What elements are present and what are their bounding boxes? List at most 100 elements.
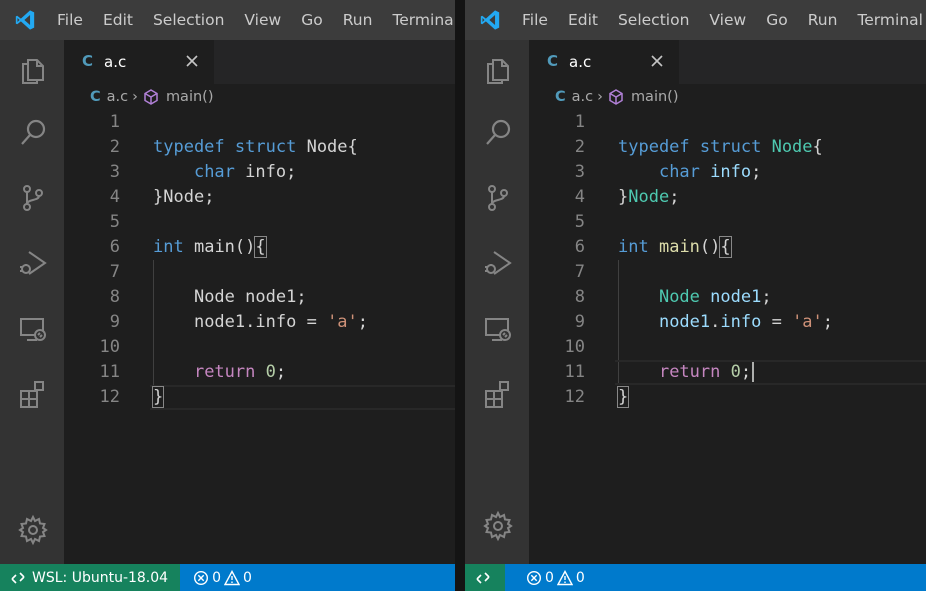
menu-selection[interactable]: Selection — [608, 0, 699, 40]
token: typedef — [153, 137, 225, 157]
menu-go[interactable]: Go — [756, 0, 798, 40]
menu-file[interactable]: File — [47, 0, 93, 40]
vscode-window-right: File Edit Selection View Go Run Terminal… — [465, 0, 926, 591]
token: ; — [751, 162, 762, 182]
code-editor[interactable]: 1 2 typedef struct Node{ 3 char info; 4}N… — [529, 110, 926, 564]
menu-run[interactable]: Run — [798, 0, 848, 40]
menu-selection[interactable]: Selection — [143, 0, 234, 40]
token: info — [255, 312, 297, 332]
error-icon — [526, 570, 542, 585]
token: ; — [740, 362, 752, 382]
menu-file[interactable]: File — [512, 0, 558, 40]
settings-gear-icon[interactable] — [17, 514, 49, 546]
line-number: 2 — [574, 137, 585, 157]
close-icon[interactable] — [182, 51, 202, 71]
line-number: 10 — [99, 337, 120, 357]
warning-icon — [224, 569, 240, 585]
code-line: 4}Node; — [64, 185, 455, 210]
token: } — [151, 386, 165, 408]
line-number: 5 — [574, 212, 585, 232]
line-number: 5 — [109, 212, 120, 232]
token: 'a' — [792, 312, 823, 332]
run-debug-icon[interactable] — [17, 247, 49, 279]
extensions-icon[interactable] — [482, 378, 514, 410]
settings-gear-icon[interactable] — [482, 510, 514, 542]
token: 'a' — [327, 312, 358, 332]
line-number: 7 — [109, 262, 120, 282]
remote-explorer-icon[interactable] — [17, 313, 49, 345]
breadcrumb-file[interactable]: a.c — [572, 89, 593, 105]
search-icon[interactable] — [17, 117, 49, 149]
vscode-window-left: File Edit Selection View Go Run Terminal — [0, 0, 455, 591]
remote-indicator[interactable] — [465, 564, 505, 591]
code-editor[interactable]: 1 2 typedef struct Node{ 3 char info; 4}N… — [64, 110, 455, 564]
token: 0 — [730, 362, 741, 382]
breadcrumb-file[interactable]: a.c — [107, 89, 128, 105]
chevron-right-icon: › — [132, 89, 138, 105]
vscode-logo-icon[interactable] — [14, 9, 36, 31]
menu-terminal[interactable]: Terminal — [847, 0, 926, 40]
menu-view[interactable]: View — [234, 0, 291, 40]
search-icon[interactable] — [482, 117, 514, 149]
titlebar: File Edit Selection View Go Run Terminal — [0, 0, 455, 40]
chevron-right-icon: › — [597, 89, 603, 105]
token: Node — [163, 187, 205, 207]
breadcrumb-symbol[interactable]: main() — [166, 89, 214, 105]
token: node1 — [710, 287, 762, 307]
token: ; — [669, 187, 680, 207]
code-line: 6 int main(){ — [64, 235, 455, 260]
token: ; — [296, 287, 307, 307]
breadcrumb: C a.c › main() — [529, 84, 926, 110]
token: ; — [822, 312, 834, 332]
token: typedef — [618, 137, 690, 157]
menubar: File Edit Selection View Go Run Terminal… — [512, 0, 926, 40]
titlebar: File Edit Selection View Go Run Terminal… — [465, 0, 926, 40]
error-count: 0 — [545, 569, 554, 586]
line-number: 4 — [109, 187, 120, 207]
token: node1 — [658, 312, 711, 332]
remote-label: WSL: Ubuntu-18.04 — [32, 569, 169, 586]
tab-a-c[interactable]: C a.c — [64, 40, 214, 84]
line-number: 6 — [574, 237, 585, 257]
explorer-icon[interactable] — [482, 53, 514, 85]
token: ; — [357, 312, 369, 332]
line-number: 9 — [109, 312, 120, 332]
token: info — [710, 162, 752, 182]
menu-run[interactable]: Run — [333, 0, 383, 40]
problems-indicator[interactable]: 0 0 — [523, 570, 585, 586]
token: struct — [699, 137, 762, 157]
token: ; — [204, 187, 215, 207]
source-control-icon[interactable] — [17, 182, 49, 214]
token: int — [618, 237, 649, 257]
code-line: 8 Node node1; — [529, 285, 926, 310]
run-debug-icon[interactable] — [482, 247, 514, 279]
menu-edit[interactable]: Edit — [558, 0, 608, 40]
vscode-logo-icon[interactable] — [479, 9, 501, 31]
line-number: 3 — [574, 162, 585, 182]
menu-terminal[interactable]: Terminal — [382, 0, 455, 40]
remote-indicator[interactable]: WSL: Ubuntu-18.04 — [0, 564, 181, 591]
remote-icon — [11, 571, 25, 584]
code-line: 12} — [529, 385, 926, 410]
token: main — [658, 237, 700, 257]
line-number: 11 — [99, 362, 120, 382]
menu-edit[interactable]: Edit — [93, 0, 143, 40]
breadcrumb-symbol[interactable]: main() — [631, 89, 679, 105]
c-file-icon: C — [90, 89, 101, 105]
extensions-icon[interactable] — [17, 378, 49, 410]
token: return — [658, 362, 721, 382]
menu-go[interactable]: Go — [291, 0, 333, 40]
source-control-icon[interactable] — [482, 182, 514, 214]
remote-explorer-icon[interactable] — [482, 313, 514, 345]
explorer-icon[interactable] — [17, 53, 49, 85]
problems-indicator[interactable]: 0 0 — [190, 570, 252, 586]
tab-a-c[interactable]: C a.c — [529, 40, 679, 84]
menu-view[interactable]: View — [699, 0, 756, 40]
token: struct — [234, 137, 297, 157]
code-line: 3 char info; — [64, 160, 455, 185]
code-line: 4}Node; — [529, 185, 926, 210]
line-number: 9 — [574, 312, 585, 332]
warning-count: 0 — [575, 569, 585, 586]
close-icon[interactable] — [647, 51, 667, 71]
breadcrumb: C a.c › main() — [64, 84, 455, 110]
